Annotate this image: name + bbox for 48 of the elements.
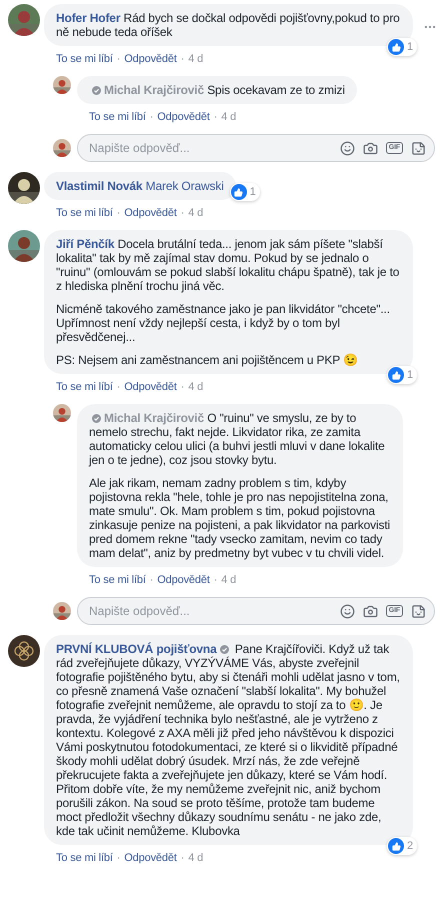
separator-dot: ·	[180, 207, 184, 220]
separator-dot: ·	[116, 53, 120, 66]
comment-text: Ale jak rikam, nemam zadny problem s tim, kdyby pojistovna rekla "hele, tohle je pro nas nepojistitelna zona, mate smulu". Ok. Mam problem s tim, pokud pojistovna zinkasuje penize na pojisteni, a pak likvidator na parkovisti pred domem rekne "tady vsecko zamitam, nevim co tady mam delat", aniz by predmetny byt vubec v tu chvili videl.	[89, 476, 391, 560]
like-icon	[392, 42, 401, 52]
separator-dot: ·	[214, 574, 218, 587]
separator-dot: ·	[180, 381, 184, 394]
comment-text: Michal Krajčirovič Spis ocekavam ze to zmizi	[89, 83, 345, 97]
like-icon	[392, 842, 401, 850]
like-link[interactable]: To se mi líbí	[56, 207, 113, 220]
like-link[interactable]: To se mi líbí	[56, 53, 113, 66]
comment-text: Hofer Hofer Rád bych se dočkal odpovědi pojišťovny,pokud to pro ně nebude teda oříšek	[56, 11, 401, 39]
separator-dot: ·	[180, 852, 184, 865]
separator-dot: ·	[150, 574, 154, 587]
separator-dot: ·	[214, 111, 218, 124]
author-link[interactable]: PRVNÍ KLUBOVÁ pojišťovna	[56, 642, 217, 656]
logo-icon	[8, 635, 40, 667]
like-link[interactable]: To se mi líbí	[56, 381, 113, 394]
author-link[interactable]: Hofer Hofer	[56, 11, 120, 25]
sticker-icon[interactable]	[411, 140, 426, 156]
author-link[interactable]: Jiří Pěnčík	[56, 237, 114, 251]
sticker-icon[interactable]	[411, 604, 426, 618]
separator-dot: ·	[116, 852, 120, 865]
camera-icon[interactable]	[362, 604, 378, 618]
like-link[interactable]: To se mi líbí	[56, 852, 113, 865]
reply-link[interactable]: Odpovědět	[124, 207, 177, 220]
reply-link[interactable]: Odpovědět	[157, 574, 210, 587]
like-icon	[234, 188, 244, 196]
like-link[interactable]: To se mi líbí	[89, 111, 146, 124]
comment-text: PRVNÍ KLUBOVÁ pojišťovna Pane Krajčířoviči. Když už tak rád zveřejňujete důkazy, VYZÝVÁME Vás, abyste zveřejnil fotografie pojištěného bytu, aby si čtenáři mohli udělat jasno v tom, co přesně znamená Vaše označení "slabší lokalita". My bohužel fotografie zveřejnit nemůžeme, ale opravdu to stojí za to 🙂. Je pravda, že vyjádření technika bylo nešťastné, ale je vytrženo z kontextu. Kolegové z AXA měli již před jeho návštěvou k dispozici Vámi poskytnutou fotodokumentaci, ze které si o likviditě případné škody mohli udělat dobrý úsudek. Mrzí nás, že zde veřejně překrucujete fakta a zveřejňujete jen důkazy, které se Vám hodí. Přitom dobře víte, že my nemůžeme zveřejnit nic, aniž bychom porušili zákon. Na soud se proto těšíme, protože tam budeme moct předložit všechny důkazy soudnímu senátu - ne jako zde, kde tak učinit nemůžeme. Klubovka	[56, 642, 401, 838]
emoji-icon[interactable]	[340, 604, 355, 618]
reply-link[interactable]: Odpovědět	[124, 53, 177, 66]
separator-dot: ·	[116, 207, 120, 220]
emoji-icon[interactable]	[340, 140, 355, 156]
comment-text: PS: Nejsem ani zaměstnancem ani pojištěncem u PKP 😉	[56, 353, 359, 367]
mention-link[interactable]: Marek Orawski	[146, 179, 224, 193]
author-link[interactable]: Vlastimil Novák	[56, 179, 142, 193]
comment-text: Jiří Pěnčík Docela brutální teda... jenom jak sám píšete "slabší lokalita" tak by mě zajímal stav domu. Pokud by se jednalo o "ruinu" (omlouvám se pokud slabší lokalitu chápu špatně), tak je to z hlediska plnění trochu jiná věc.	[56, 237, 400, 293]
separator-dot: ·	[180, 53, 184, 66]
camera-icon[interactable]	[362, 140, 378, 156]
reply-link[interactable]: Odpovědět	[124, 852, 177, 865]
separator-dot: ·	[150, 111, 154, 124]
reply-link[interactable]: Odpovědět	[124, 381, 177, 394]
separator-dot: ·	[116, 381, 120, 394]
comment-text: Nicméně takového zaměstnance jako je pan likvidátor "chcete"... Upřímnost není vždy nejlepší cesta, i když by o tom byl přesvědčenej...	[56, 302, 391, 344]
comment-text: Michal Krajčirovič O "ruinu" ve smyslu, ze by to nemelo strechu, fakt nejde. Likvidator rika, ze zamita automaticky celou ulici (a buhvi jestli mluvi v dane lokalite jen o te jedne), coz jsou stovky bytu.	[89, 411, 386, 467]
like-icon	[392, 370, 401, 380]
reply-link[interactable]: Odpovědět	[157, 111, 210, 124]
like-link[interactable]: To se mi líbí	[89, 574, 146, 587]
